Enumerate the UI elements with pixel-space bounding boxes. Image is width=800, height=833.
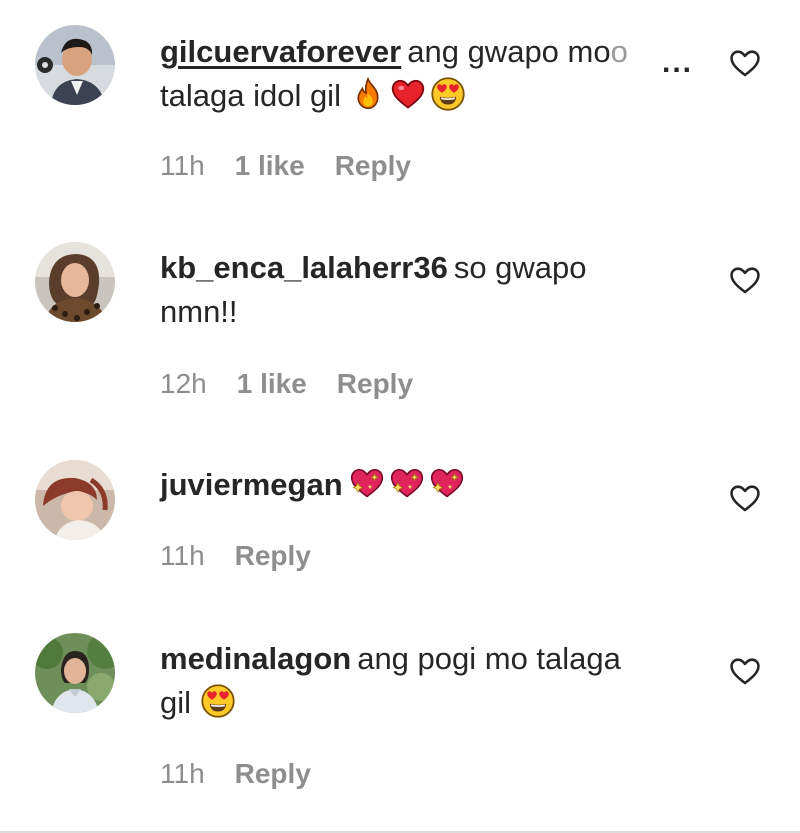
comment-username[interactable]: gilcuervaforever: [160, 34, 401, 69]
comment-likes-count[interactable]: 1 like: [235, 150, 305, 182]
comment-meta: 11h Reply: [160, 540, 311, 572]
comment-time: 11h: [160, 758, 205, 789]
avatar[interactable]: [35, 242, 115, 322]
comment-body: juviermegan: [160, 463, 700, 507]
comment-time: 12h: [160, 368, 207, 399]
avatar[interactable]: [35, 25, 115, 105]
comment-username[interactable]: kb_enca_lalaherr36: [160, 250, 448, 285]
comment-likes-count[interactable]: 1 like: [237, 368, 307, 400]
comment-meta: 11h Reply: [160, 758, 311, 790]
comment-meta: 11h 1 like Reply: [160, 150, 411, 182]
comment-text-line2: talaga idol gil: [160, 78, 341, 113]
like-heart-icon[interactable]: [728, 46, 762, 80]
comment-time: 11h: [160, 150, 205, 181]
comment-text-line2: gil: [160, 685, 192, 720]
comment-body: kb_enca_lalaherr36 so gwapo nmn!!: [160, 246, 700, 334]
reply-button[interactable]: Reply: [235, 540, 311, 572]
like-heart-icon[interactable]: [728, 263, 762, 297]
comment-username[interactable]: juviermegan: [160, 467, 343, 502]
comment-username[interactable]: medinalagon: [160, 641, 351, 676]
comment-text-line2: nmn!!: [160, 294, 238, 329]
reply-button[interactable]: Reply: [335, 150, 411, 182]
avatar[interactable]: [35, 633, 115, 713]
comment-body: medinalagon ang pogi mo talaga gil: [160, 637, 700, 725]
avatar[interactable]: [35, 460, 115, 540]
comment-body: gilcuervaforever ang gwapo moo talaga ido…: [160, 30, 700, 118]
heart-eyes-emoji: [200, 683, 236, 719]
fire-emoji: [350, 76, 386, 112]
comment-text: ang gwapo mo: [407, 34, 611, 69]
comment-text-faded: o: [610, 34, 628, 69]
reply-button[interactable]: Reply: [337, 368, 413, 400]
more-options-button[interactable]: ...: [662, 46, 693, 80]
sparkling-heart-emoji: [349, 465, 385, 501]
comment-text: so gwapo: [453, 250, 587, 285]
comments-list: gilcuervaforever ang gwapo moo talaga ido…: [0, 0, 800, 833]
sparkling-heart-emoji: [429, 465, 465, 501]
sparkling-heart-emoji: [389, 465, 425, 501]
reply-button[interactable]: Reply: [235, 758, 311, 790]
comment-text: ang pogi mo talaga: [357, 641, 621, 676]
heart-eyes-emoji: [430, 76, 466, 112]
comment-time: 11h: [160, 540, 205, 571]
comment-meta: 12h 1 like Reply: [160, 368, 413, 400]
like-heart-icon[interactable]: [728, 481, 762, 515]
red-heart-emoji: [390, 76, 426, 112]
like-heart-icon[interactable]: [728, 654, 762, 688]
